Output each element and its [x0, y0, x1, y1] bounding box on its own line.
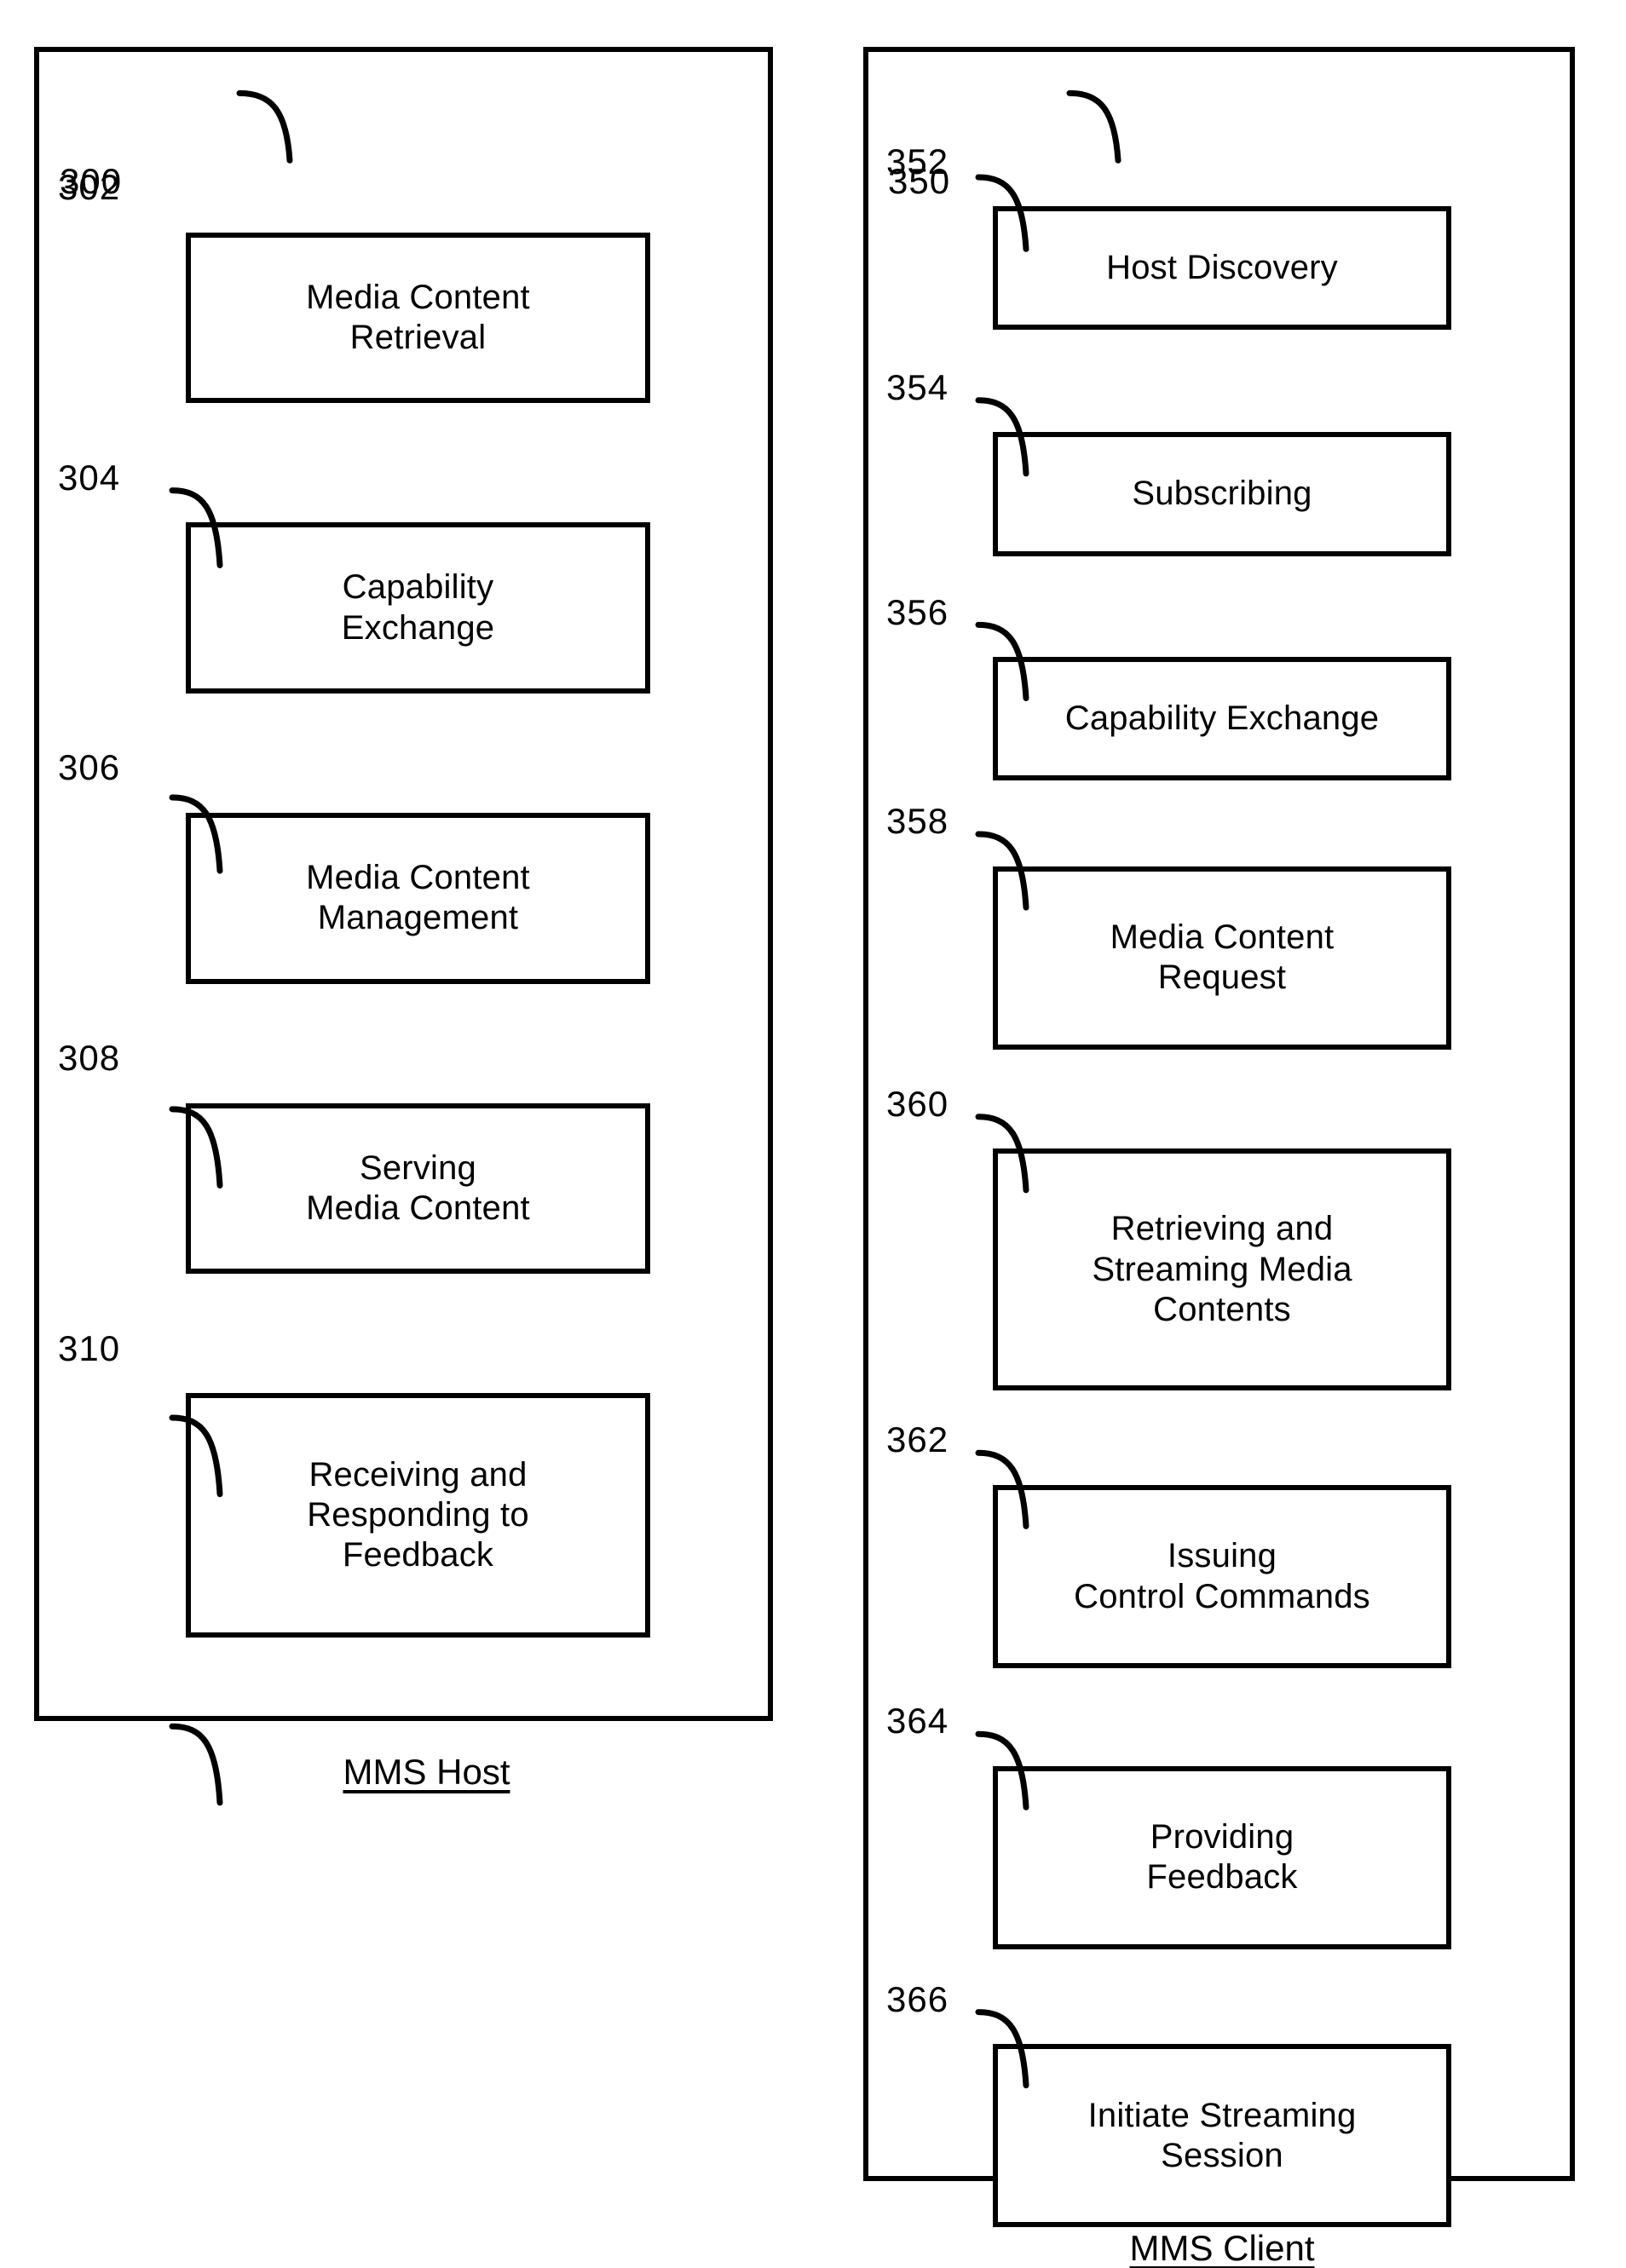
- box-label: Capability Exchange: [1064, 699, 1380, 738]
- reference-numeral-358: 358: [886, 801, 949, 842]
- mms-host-caption: MMS Host: [343, 1751, 510, 1792]
- box-label: Subscribing: [1132, 475, 1312, 513]
- patent-figure: 300 Media Content Retrieval 302 Capabili…: [0, 0, 1626, 2266]
- reference-numeral-362: 362: [886, 1419, 949, 1460]
- reference-numeral-308: 308: [58, 1038, 121, 1079]
- box-label: Providing Feedback: [1146, 1818, 1298, 1897]
- box-label: Media Content Retrieval: [306, 278, 530, 356]
- box-providing-feedback: Providing Feedback: [993, 1765, 1451, 1950]
- box-label: Media Content Management: [306, 859, 530, 937]
- box-label: Receiving and Responding to Feedback: [307, 1456, 529, 1574]
- reference-numeral-366: 366: [886, 1978, 949, 2019]
- reference-numeral-306: 306: [58, 747, 121, 788]
- box-label: Host Discovery: [1106, 249, 1338, 287]
- box-issuing-control-commands: Issuing Control Commands: [993, 1484, 1451, 1669]
- box-label: Capability Exchange: [341, 568, 495, 647]
- reference-numeral-304: 304: [58, 457, 121, 498]
- mms-client-caption: MMS Client: [1129, 2228, 1315, 2268]
- box-label: Retrieving and Streaming Media Contents: [1092, 1210, 1352, 1328]
- reference-numeral-302: 302: [58, 167, 121, 208]
- box-retrieving-streaming-media-contents: Retrieving and Streaming Media Contents: [993, 1148, 1451, 1390]
- box-capability-exchange-host: Capability Exchange: [186, 522, 650, 694]
- box-label: Issuing Control Commands: [1074, 1537, 1370, 1615]
- reference-numeral-360: 360: [886, 1083, 949, 1124]
- reference-numeral-352: 352: [886, 141, 949, 181]
- box-serving-media-content: Serving Media Content: [186, 1102, 650, 1275]
- reference-numeral-356: 356: [886, 591, 949, 632]
- box-receiving-responding-feedback: Receiving and Responding to Feedback: [186, 1393, 650, 1638]
- box-capability-exchange-client: Capability Exchange: [993, 657, 1451, 781]
- reference-numeral-364: 364: [886, 1701, 949, 1741]
- box-label: Media Content Request: [1110, 918, 1335, 997]
- box-media-content-management: Media Content Management: [186, 812, 650, 984]
- box-media-content-request: Media Content Request: [993, 866, 1451, 1050]
- box-media-content-retrieval: Media Content Retrieval: [186, 232, 650, 404]
- reference-numeral-354: 354: [886, 366, 949, 407]
- box-label: Initiate Streaming Session: [1087, 2096, 1357, 2174]
- box-host-discovery: Host Discovery: [993, 206, 1451, 331]
- reference-numeral-310: 310: [58, 1327, 121, 1368]
- box-subscribing: Subscribing: [993, 432, 1451, 556]
- box-initiate-streaming-session: Initiate Streaming Session: [993, 2044, 1451, 2228]
- box-label: Serving Media Content: [306, 1148, 530, 1228]
